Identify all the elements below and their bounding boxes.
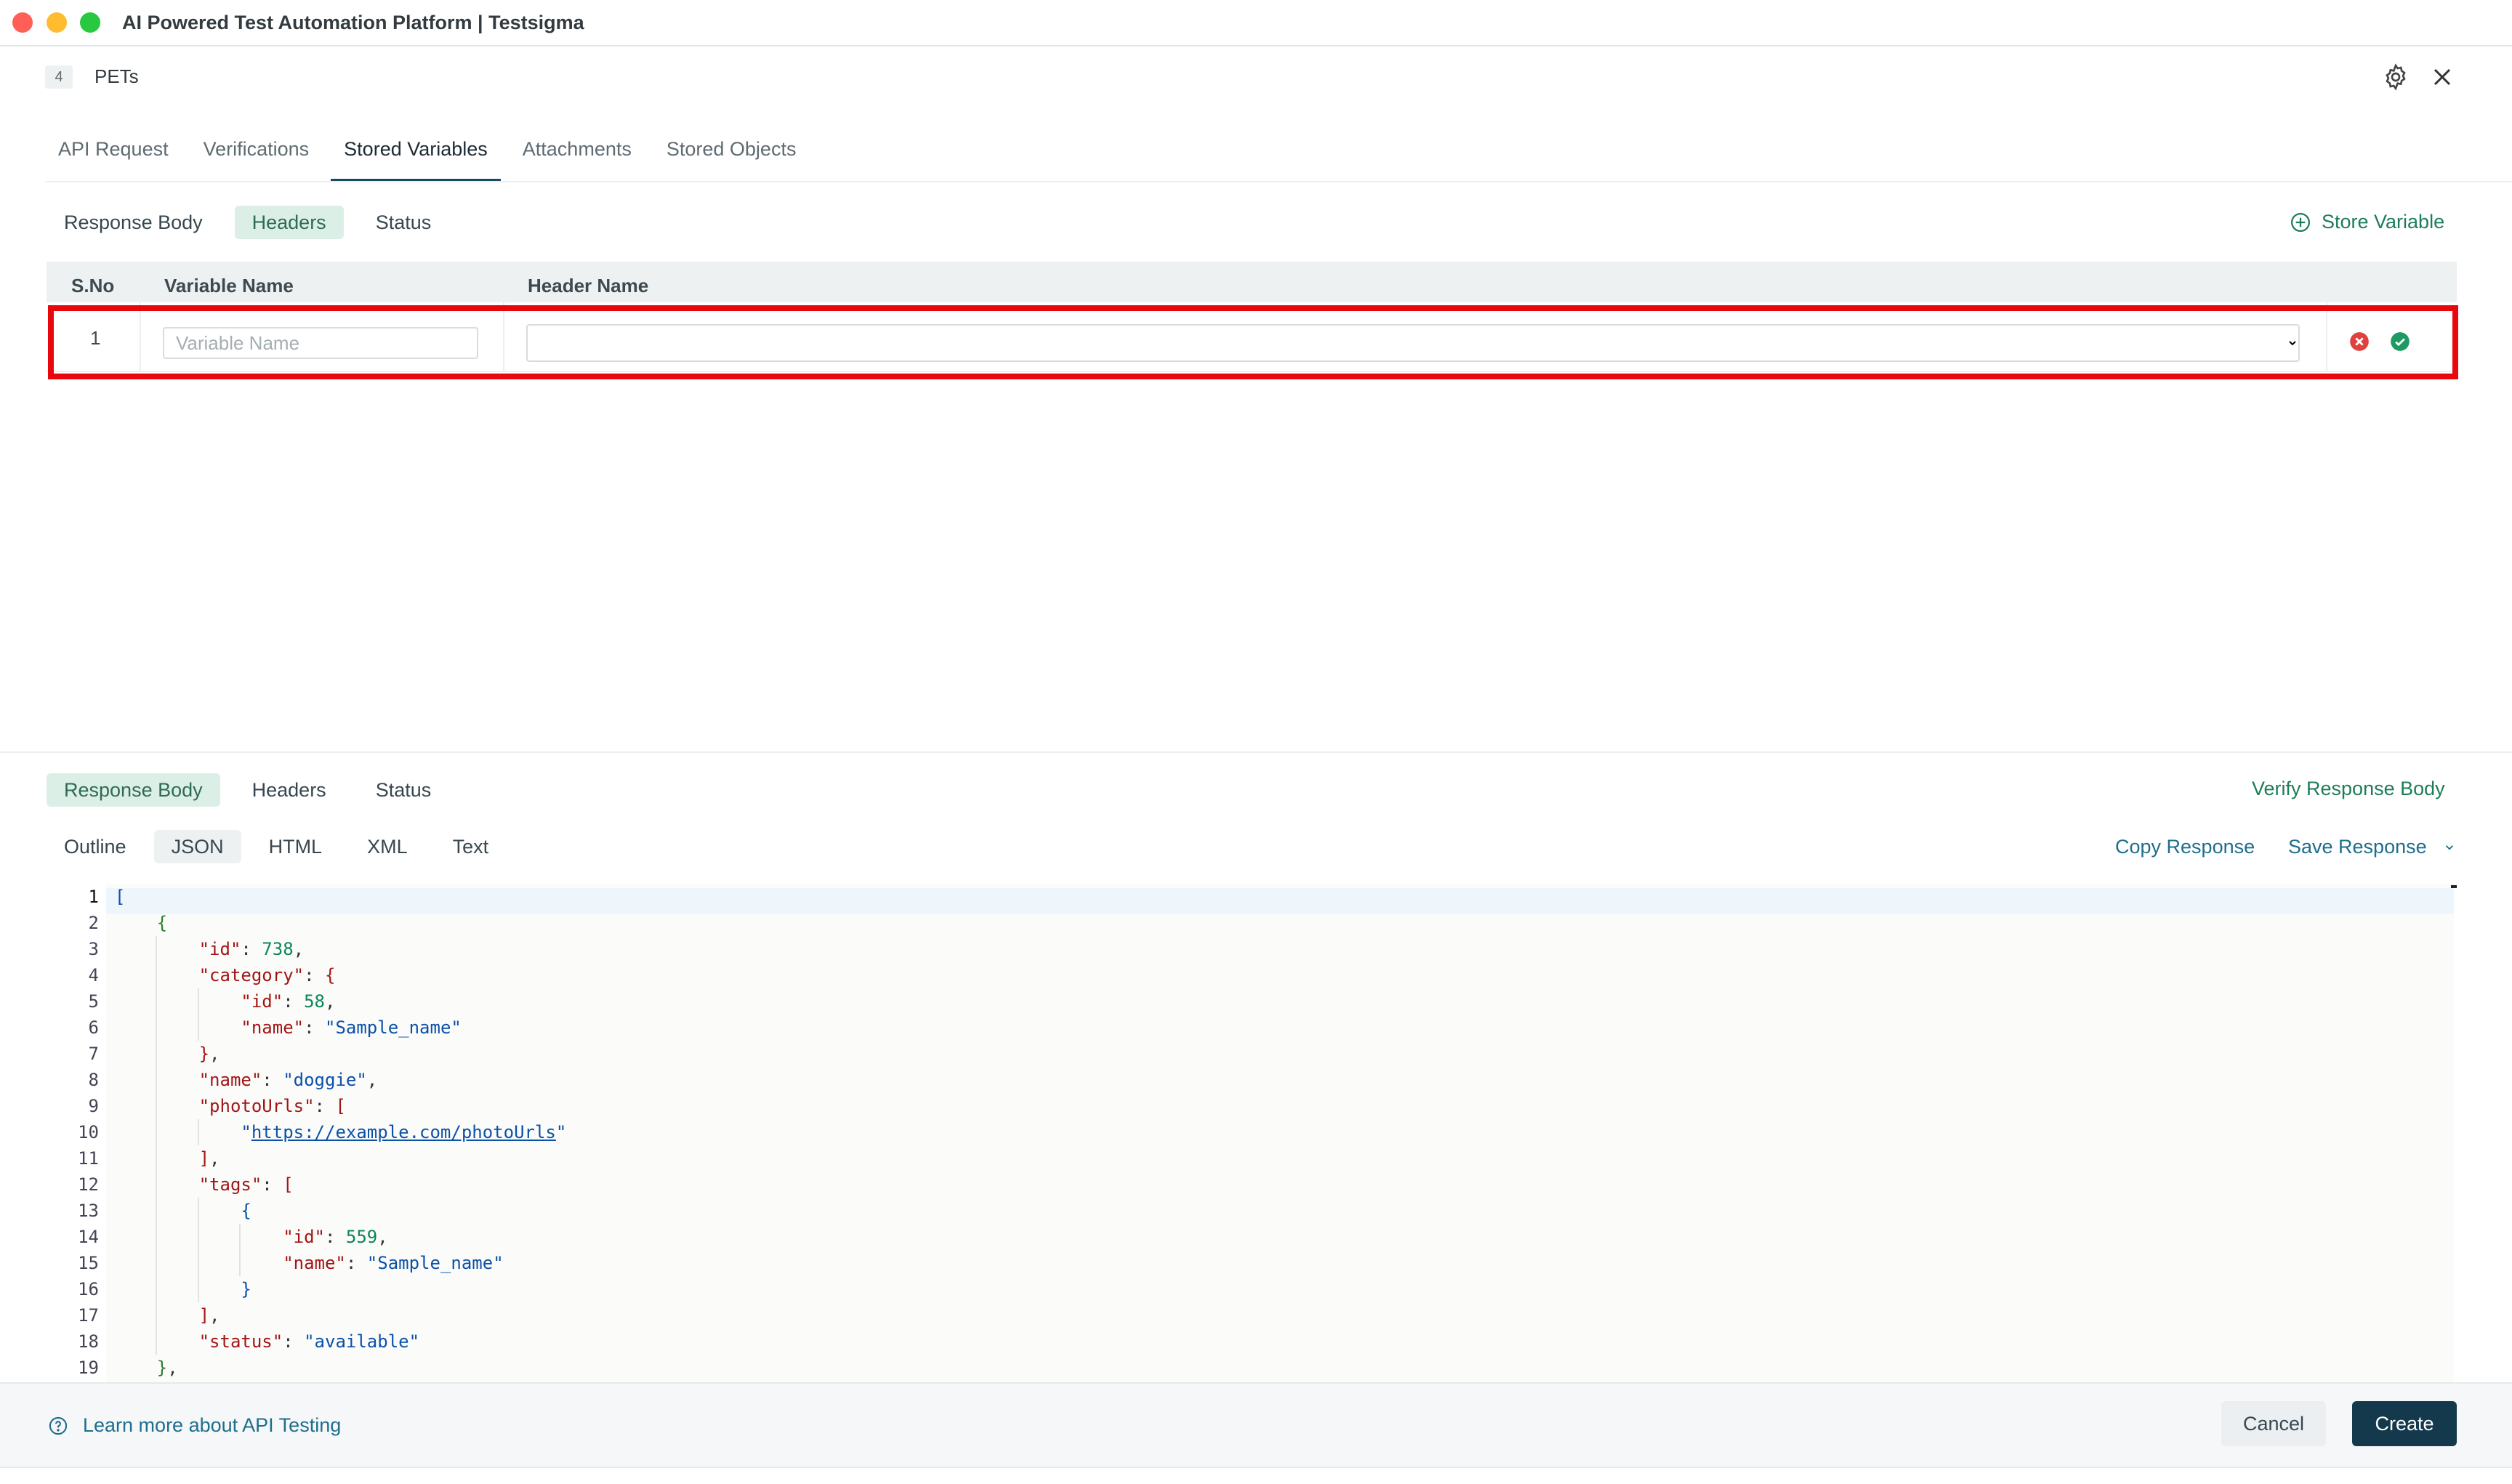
code-line: "id": 738,: [198, 939, 305, 959]
line-number-gutter: 1 2 3 4 5 6 7 8 9 10 11 12 13 14 15 16 17 18 19: [47, 884, 99, 1381]
copy-response-button[interactable]: Copy Response: [2115, 836, 2255, 858]
format-tab-outline[interactable]: Outline: [47, 830, 144, 863]
column-sno: S.No: [71, 275, 115, 297]
indent-guide: [155, 936, 157, 1355]
line-number: 11: [78, 1148, 99, 1169]
line-number: 18: [78, 1331, 99, 1352]
indent-guide: [239, 1224, 241, 1276]
tab-verifications[interactable]: Verifications: [190, 131, 323, 182]
line-number: 10: [78, 1122, 99, 1142]
format-tab-xml[interactable]: XML: [350, 830, 425, 863]
tab-api-request[interactable]: API Request: [45, 131, 182, 182]
window-titlebar: AI Powered Test Automation Platform | Te…: [0, 0, 2512, 47]
stored-variables-source-tabs: Response Body Headers Status: [47, 206, 463, 239]
window-maximize-button[interactable]: [80, 12, 100, 33]
code-line: {: [156, 913, 168, 933]
plus-circle-icon: [2291, 212, 2310, 232]
tab-stored-variables[interactable]: Stored Variables: [331, 131, 501, 182]
line-number: 8: [88, 1070, 99, 1090]
line-number: 6: [88, 1017, 99, 1038]
column-variable-name: Variable Name: [164, 275, 294, 297]
highlight-box: [48, 305, 2458, 379]
store-variable-label: Store Variable: [2322, 211, 2445, 233]
code-area: [ { "id": 738, "category": { "id": 58, "…: [115, 884, 566, 1381]
format-tab-html[interactable]: HTML: [251, 830, 340, 863]
indent-guide: [197, 1119, 199, 1145]
chevron-down-icon: [2445, 844, 2453, 850]
column-header-name: Header Name: [528, 275, 649, 297]
verify-response-body-link[interactable]: Verify Response Body: [2252, 778, 2445, 800]
indent-guide: [197, 1198, 199, 1302]
code-line: "tags": [: [198, 1174, 294, 1195]
line-number: 7: [88, 1044, 99, 1064]
format-tabs: Outline JSON HTML XML Text: [47, 830, 516, 863]
code-line: "category": {: [198, 965, 336, 985]
save-response-dropdown[interactable]: Save Response: [2288, 836, 2456, 858]
main-tabs: API Request Verifications Stored Variabl…: [45, 131, 818, 182]
cancel-button[interactable]: Cancel: [2221, 1401, 2326, 1446]
line-number: 19: [78, 1358, 99, 1378]
source-tab-headers[interactable]: Headers: [234, 206, 344, 239]
code-line: },: [198, 1044, 220, 1064]
response-tab-body[interactable]: Response Body: [47, 773, 220, 807]
create-button[interactable]: Create: [2352, 1401, 2457, 1446]
response-tab-headers[interactable]: Headers: [235, 773, 344, 807]
source-tab-status[interactable]: Status: [358, 206, 449, 239]
store-variable-button[interactable]: Store Variable: [2290, 211, 2444, 233]
format-tab-text[interactable]: Text: [435, 830, 507, 863]
tabs-divider: [45, 181, 2512, 182]
window-close-button[interactable]: [12, 12, 33, 33]
line-number: 2: [88, 913, 99, 933]
code-line: "id": 559,: [283, 1227, 388, 1247]
response-tab-status[interactable]: Status: [358, 773, 449, 807]
line-number: 12: [78, 1174, 99, 1195]
line-number: 9: [88, 1096, 99, 1116]
code-line: "name": "Sample_name": [241, 1017, 462, 1038]
variables-table-header: S.No Variable Name Header Name: [47, 262, 2457, 302]
window-title: AI Powered Test Automation Platform | Te…: [122, 12, 584, 33]
learn-more-label: Learn more about API Testing: [83, 1414, 342, 1436]
code-line: ],: [198, 1305, 220, 1326]
tab-attachments[interactable]: Attachments: [510, 131, 645, 182]
dialog-footer: Learn more about API Testing Cancel Crea…: [0, 1382, 2512, 1467]
code-line: "name": "Sample_name": [283, 1253, 504, 1273]
line-number: 5: [88, 991, 99, 1012]
code-line: "photoUrls": [: [198, 1096, 346, 1116]
save-response-label: Save Response: [2288, 836, 2427, 858]
line-number: 16: [78, 1279, 99, 1299]
window-minimize-button[interactable]: [47, 12, 67, 33]
source-tab-response-body[interactable]: Response Body: [47, 206, 220, 239]
code-line: }: [241, 1279, 251, 1299]
code-line: [: [115, 887, 126, 907]
line-number: 15: [78, 1253, 99, 1273]
indent-guide: [197, 988, 199, 1041]
question-circle-icon: [49, 1416, 68, 1435]
line-number: 17: [78, 1305, 99, 1326]
code-line: ],: [198, 1148, 220, 1169]
code-line: "id": 58,: [241, 991, 336, 1012]
line-number: 13: [78, 1201, 99, 1221]
code-line: {: [241, 1201, 251, 1221]
line-number: 4: [88, 965, 99, 985]
section-divider: [0, 751, 2512, 753]
step-number-badge: 4: [45, 65, 73, 89]
json-editor[interactable]: 1 2 3 4 5 6 7 8 9 10 11 12 13 14 15 16 17 18 19 [ { "id": …: [47, 884, 2454, 1382]
code-line: "status": "available": [198, 1331, 420, 1352]
editor-scroll-marker: [2451, 885, 2457, 888]
code-line: "name": "doggie",: [198, 1070, 378, 1090]
close-icon[interactable]: [2428, 62, 2457, 92]
line-number: 1: [88, 887, 99, 907]
tab-stored-objects[interactable]: Stored Objects: [653, 131, 810, 182]
learn-more-link[interactable]: Learn more about API Testing: [48, 1414, 341, 1437]
code-line: "https://example.com/photoUrls": [241, 1122, 567, 1142]
code-line: },: [156, 1358, 178, 1378]
window-bottom-edge: [0, 1467, 2512, 1484]
response-tabs: Response Body Headers Status: [47, 773, 463, 807]
line-number: 14: [78, 1227, 99, 1247]
format-tab-json[interactable]: JSON: [153, 830, 241, 863]
gear-icon[interactable]: [2381, 62, 2410, 92]
step-name: PETs: [94, 65, 139, 87]
line-number: 3: [88, 939, 99, 959]
